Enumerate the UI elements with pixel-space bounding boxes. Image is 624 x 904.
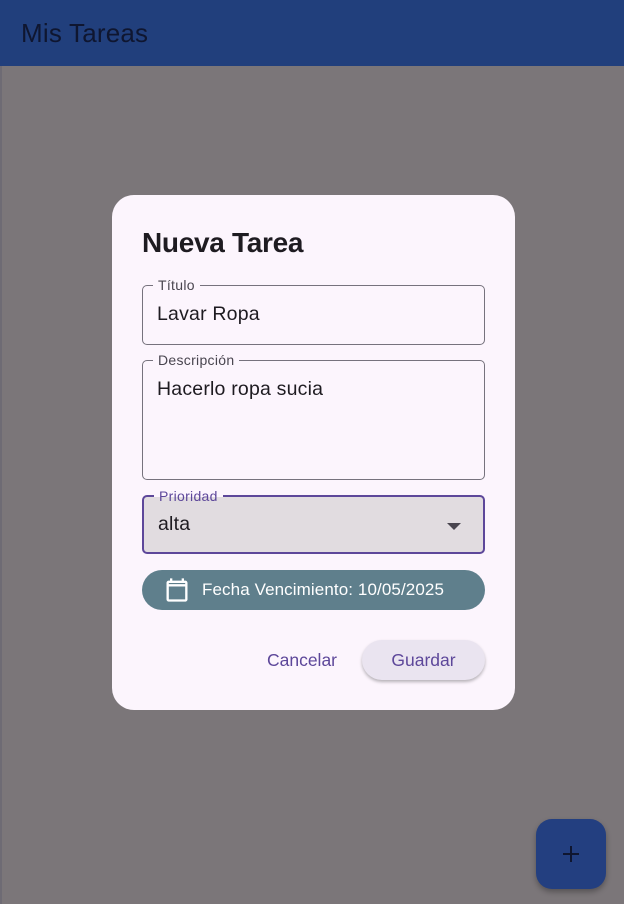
due-date-button[interactable]: Fecha Vencimiento: 10/05/2025 bbox=[142, 570, 485, 610]
cancel-button[interactable]: Cancelar bbox=[258, 640, 346, 680]
app-bar: Mis Tareas bbox=[0, 0, 624, 66]
edge-divider bbox=[0, 66, 2, 904]
dropdown-arrow-icon[interactable] bbox=[447, 523, 461, 530]
priority-select[interactable]: Prioridad alta bbox=[142, 487, 485, 554]
save-button[interactable]: Guardar bbox=[362, 640, 485, 680]
title-field[interactable]: Título Lavar Ropa bbox=[142, 276, 485, 345]
add-task-fab[interactable] bbox=[536, 819, 606, 889]
description-field[interactable]: Descripción Hacerlo ropa sucia bbox=[142, 351, 485, 480]
description-field-value[interactable]: Hacerlo ropa sucia bbox=[157, 378, 323, 401]
priority-select-value[interactable]: alta bbox=[158, 513, 190, 536]
title-field-label: Título bbox=[153, 276, 200, 294]
priority-select-label: Prioridad bbox=[154, 487, 223, 505]
app-title: Mis Tareas bbox=[21, 17, 149, 48]
new-task-dialog: Nueva Tarea Título Lavar Ropa Descripció… bbox=[112, 195, 515, 710]
description-field-label: Descripción bbox=[153, 351, 240, 369]
title-field-value[interactable]: Lavar Ropa bbox=[157, 303, 260, 326]
due-date-label: Fecha Vencimiento: 10/05/2025 bbox=[202, 580, 445, 599]
calendar-icon bbox=[166, 578, 188, 602]
plus-icon bbox=[563, 846, 579, 862]
dialog-title: Nueva Tarea bbox=[142, 227, 304, 258]
